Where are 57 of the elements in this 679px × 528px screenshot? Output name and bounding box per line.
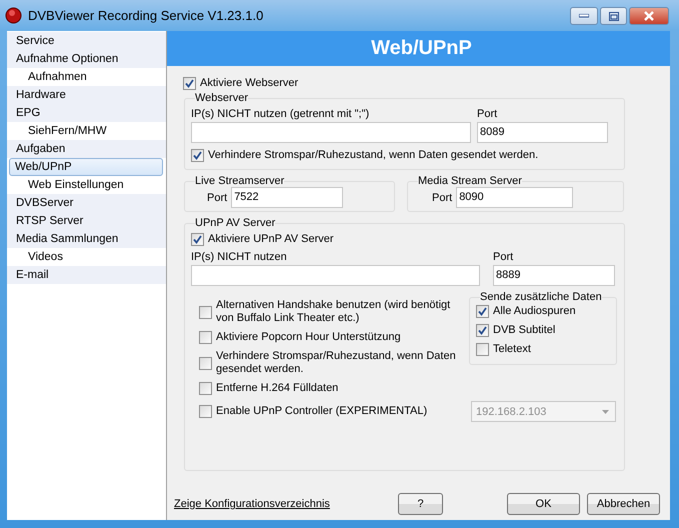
ok-button[interactable]: OK	[507, 493, 580, 515]
minimize-button[interactable]	[570, 7, 598, 25]
field-label: IP(s) NICHT nutzen (getrennt mit ";")	[191, 108, 370, 120]
dropdown-arrow-icon	[602, 410, 609, 414]
checkbox[interactable]: Aktiviere Webserver	[183, 77, 670, 90]
field-label: Port	[477, 108, 498, 120]
checkbox[interactable]: Entferne H.264 Fülldaten	[199, 382, 469, 395]
group-title: Live Streamserver	[195, 175, 284, 187]
field-label: Port	[493, 251, 514, 263]
app-icon	[5, 7, 22, 24]
sidebar-item[interactable]: EPG	[7, 104, 166, 122]
close-icon	[643, 11, 655, 21]
input-field[interactable]: 8090	[456, 187, 574, 208]
maximize-icon	[608, 12, 618, 20]
group-title: Webserver	[195, 92, 248, 104]
input-field[interactable]: 8889	[493, 265, 615, 286]
input-field[interactable]: 7522	[231, 187, 344, 208]
checkbox[interactable]: Alle Audiospuren	[476, 305, 610, 318]
check-mark-icon	[185, 79, 194, 88]
config-folder-link[interactable]: Zeige Konfigurationsverzeichnis	[174, 498, 398, 510]
group-title: Media Stream Server	[418, 175, 522, 187]
input-field[interactable]: 8089	[477, 122, 608, 143]
help-button[interactable]: ?	[398, 493, 443, 515]
sidebar-item[interactable]: Aufgaben	[7, 140, 166, 158]
window-title: DVBViewer Recording Service V1.23.1.0	[28, 8, 264, 23]
sidebar-item[interactable]: Hardware	[7, 86, 166, 104]
cancel-button[interactable]: Abbrechen	[587, 493, 660, 515]
checkbox[interactable]: Aktiviere UPnP AV Server	[191, 233, 334, 246]
close-button[interactable]	[629, 7, 669, 25]
field-label: Port	[432, 192, 452, 204]
sidebar-item[interactable]: Web/UPnP	[9, 158, 163, 176]
sidebar-item[interactable]: Service	[7, 32, 166, 50]
check-mark-icon	[478, 307, 487, 316]
sidebar-item[interactable]: RTSP Server	[7, 212, 166, 230]
input-field[interactable]	[191, 122, 471, 143]
checkbox[interactable]: Aktiviere Popcorn Hour Unterstützung	[199, 331, 469, 344]
sidebar-item[interactable]: Aufnahme Optionen	[7, 50, 166, 68]
sidebar-item[interactable]: E-mail	[7, 266, 166, 284]
checkbox[interactable]: Verhindere Stromspar/Ruhezustand, wenn Daten gesendet werden.	[191, 149, 538, 162]
field-label: Port	[207, 192, 228, 204]
group-title: UPnP AV Server	[195, 217, 276, 229]
check-mark-icon	[193, 235, 202, 244]
field-label: IP(s) NICHT nutzen	[191, 251, 288, 263]
group-title: Sende zusätzliche Daten	[480, 291, 602, 303]
maximize-button[interactable]	[600, 7, 627, 25]
checkbox[interactable]: Verhindere Stromspar/Ruhezustand, wenn Daten gesendet werden.	[199, 350, 469, 376]
checkbox[interactable]: DVB Subtitel	[476, 324, 610, 337]
sidebar-item[interactable]: Media Sammlungen	[7, 230, 166, 248]
checkbox[interactable]: Enable UPnP Controller (EXPERIMENTAL)	[199, 405, 469, 418]
page-heading: Web/UPnP	[167, 31, 670, 66]
check-mark-icon	[478, 326, 487, 335]
checkbox[interactable]: Alternativen Handshake benutzen (wird benötigt von Buffalo Link Theater etc.)	[199, 299, 469, 325]
checkbox[interactable]: Teletext	[476, 343, 610, 356]
input-field[interactable]	[191, 265, 480, 286]
sidebar-item[interactable]: DVBServer	[7, 194, 166, 212]
check-mark-icon	[193, 151, 202, 160]
minimize-icon	[579, 14, 589, 18]
